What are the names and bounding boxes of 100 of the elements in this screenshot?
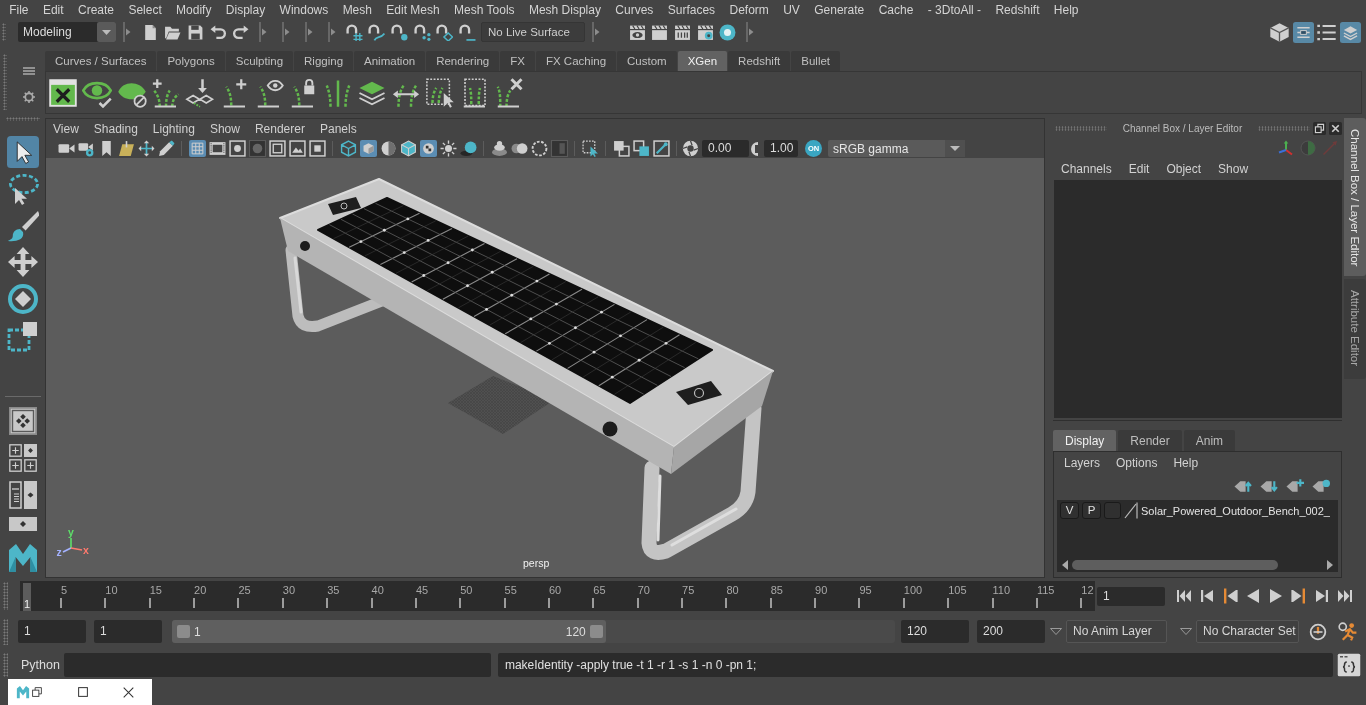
workspace-dropdown[interactable]: Modeling [18,22,116,42]
diamond-tile-icon[interactable] [23,481,37,510]
arrow-tiles-icon[interactable] [185,77,216,108]
panel-menu-item[interactable]: Lighting [152,122,195,136]
shelf-tab[interactable]: Custom [617,51,677,71]
menu-item[interactable]: Edit Mesh [379,0,447,20]
blades-plus-icon[interactable] [151,77,182,108]
circle-cross-icon[interactable] [1309,622,1327,641]
play-forward-icon[interactable] [1267,588,1284,604]
step-back-icon[interactable] [1198,588,1215,604]
channel-box-menu-item[interactable]: Object [1166,161,1202,176]
clapperboard-gear-icon[interactable] [696,23,714,41]
dashed-box-cursor-icon[interactable] [581,140,599,157]
layer-menu-item[interactable]: Options [1116,456,1158,470]
range-end-handle[interactable] [589,625,603,638]
grid-icon[interactable] [188,140,206,157]
close-icon[interactable] [123,686,134,698]
diamond-tile-icon[interactable] [8,517,37,532]
script-language-toggle[interactable]: Python [21,657,60,672]
running-figure-ring-icon[interactable] [1338,622,1357,641]
magnet-dots-icon[interactable] [413,23,431,41]
clapperboard-icon[interactable] [651,23,669,41]
list-sliders-icon[interactable] [1292,21,1314,43]
wire-shaded-cube-icon[interactable] [399,140,417,157]
side-tab[interactable]: Attribute Editor [1344,279,1366,379]
shelf-tab[interactable]: FX [500,51,535,71]
axes-icon[interactable] [1278,140,1294,156]
framed-mountain-icon[interactable] [288,140,306,157]
plus-box-icon[interactable] [23,459,37,473]
overlapping-squares-icon[interactable] [632,140,650,157]
magnet-point-icon[interactable] [391,23,409,41]
drag-handle[interactable] [1055,125,1107,131]
logo-icon[interactable] [6,542,39,575]
window-cross-icon[interactable] [48,77,79,108]
sun-icon[interactable] [439,140,457,157]
stacked-layers-icon[interactable] [1339,21,1361,43]
expand-arrow-icon[interactable] [123,22,132,42]
clapperboard-bars-icon[interactable] [673,23,691,41]
menu-item[interactable]: Mesh Display [521,0,609,20]
time-slider[interactable]: 5 10 15 20 25 30 35 40 45 50 55 60 65 70 75 80 85 90 95 100 105 110 115 12 1 [20,581,1095,611]
drag-handle[interactable] [5,117,40,121]
magnet-curve-icon[interactable] [368,23,386,41]
expand-arrow-icon[interactable] [327,22,336,42]
panel-menu-item[interactable]: Panels [319,122,357,136]
panel-menu-item[interactable]: Show [209,122,240,136]
cube-icon[interactable] [1269,21,1291,43]
command-input-field[interactable] [63,652,491,677]
layer-editor-tab[interactable]: Anim [1183,430,1236,451]
disc-icon[interactable] [719,23,737,41]
framed-square-icon[interactable] [308,140,326,157]
expand-arrow-icon[interactable] [304,22,313,42]
shelf-tab[interactable]: Polygons [157,51,225,71]
move-arrows-icon[interactable] [6,246,39,279]
shelf-tab[interactable]: Sculpting [225,51,294,71]
menu-item[interactable]: Redshift [988,0,1047,20]
step-forward-key-icon[interactable] [1290,588,1307,604]
start-frame-field[interactable]: 1 [18,620,86,643]
lasso-icon[interactable] [6,172,39,205]
float-window-icon[interactable] [1313,121,1326,135]
character-set-dropdown[interactable]: No Character Set [1196,620,1299,643]
checker-sphere-icon[interactable] [419,140,437,157]
viewport-canvas[interactable]: y z x persp [46,158,1044,577]
menu-item[interactable]: Modify [168,0,219,20]
side-tab[interactable]: Channel Box / Layer Editor [1344,118,1366,276]
menu-item[interactable]: Display [218,0,273,20]
step-forward-icon[interactable] [1313,588,1330,604]
menu-item[interactable]: UV [776,0,808,20]
stacked-discs-icon[interactable] [490,140,508,157]
blades-cross-icon[interactable] [494,77,524,108]
range-slider-bar[interactable]: 1 120 [172,620,606,643]
rotate-ring-icon[interactable] [6,283,39,316]
expand-arrow-icon[interactable] [746,22,755,42]
shelf-tab[interactable]: Animation [354,51,426,71]
scroll-left-arrow-icon[interactable] [1062,560,1068,570]
scroll-right-arrow-icon[interactable] [1327,560,1333,570]
overlapping-circles-icon[interactable] [510,140,528,157]
clapperboard-eye-icon[interactable] [628,23,646,41]
panel-menu-item[interactable]: Shading [93,122,138,136]
shelf-tab[interactable]: Bullet [791,51,841,71]
drag-handle[interactable] [3,652,8,677]
diamond-cluster-icon[interactable] [8,407,37,436]
gamma-field[interactable]: 1.00 [764,140,798,157]
marker-dot-icon[interactable] [1312,477,1330,493]
current-frame-field[interactable]: 1 [1097,586,1165,606]
menu-item[interactable]: Cache [871,0,921,20]
dashed-circle-icon[interactable] [530,140,548,157]
menu-item[interactable]: Surfaces [660,0,723,20]
wire-cube-icon[interactable] [339,140,357,157]
save-icon[interactable] [186,23,204,41]
range-slider-track[interactable]: 1 120 [172,620,895,643]
menu-item[interactable]: Curves [608,0,661,20]
menu-item[interactable]: Select [121,0,169,20]
menu-item[interactable]: Deform [722,0,776,20]
menu-item[interactable]: Help [1046,0,1086,20]
layer-name[interactable]: Solar_Powered_Outdoor_Bench_002_ [1141,504,1330,517]
framed-blades-cursor-icon[interactable] [425,77,456,108]
live-surface-field[interactable]: No Live Surface [481,22,585,42]
scrollbar-thumb[interactable] [1072,560,1278,570]
expand-arrow-icon[interactable] [282,22,291,42]
playback-start-field[interactable]: 1 [94,620,162,643]
